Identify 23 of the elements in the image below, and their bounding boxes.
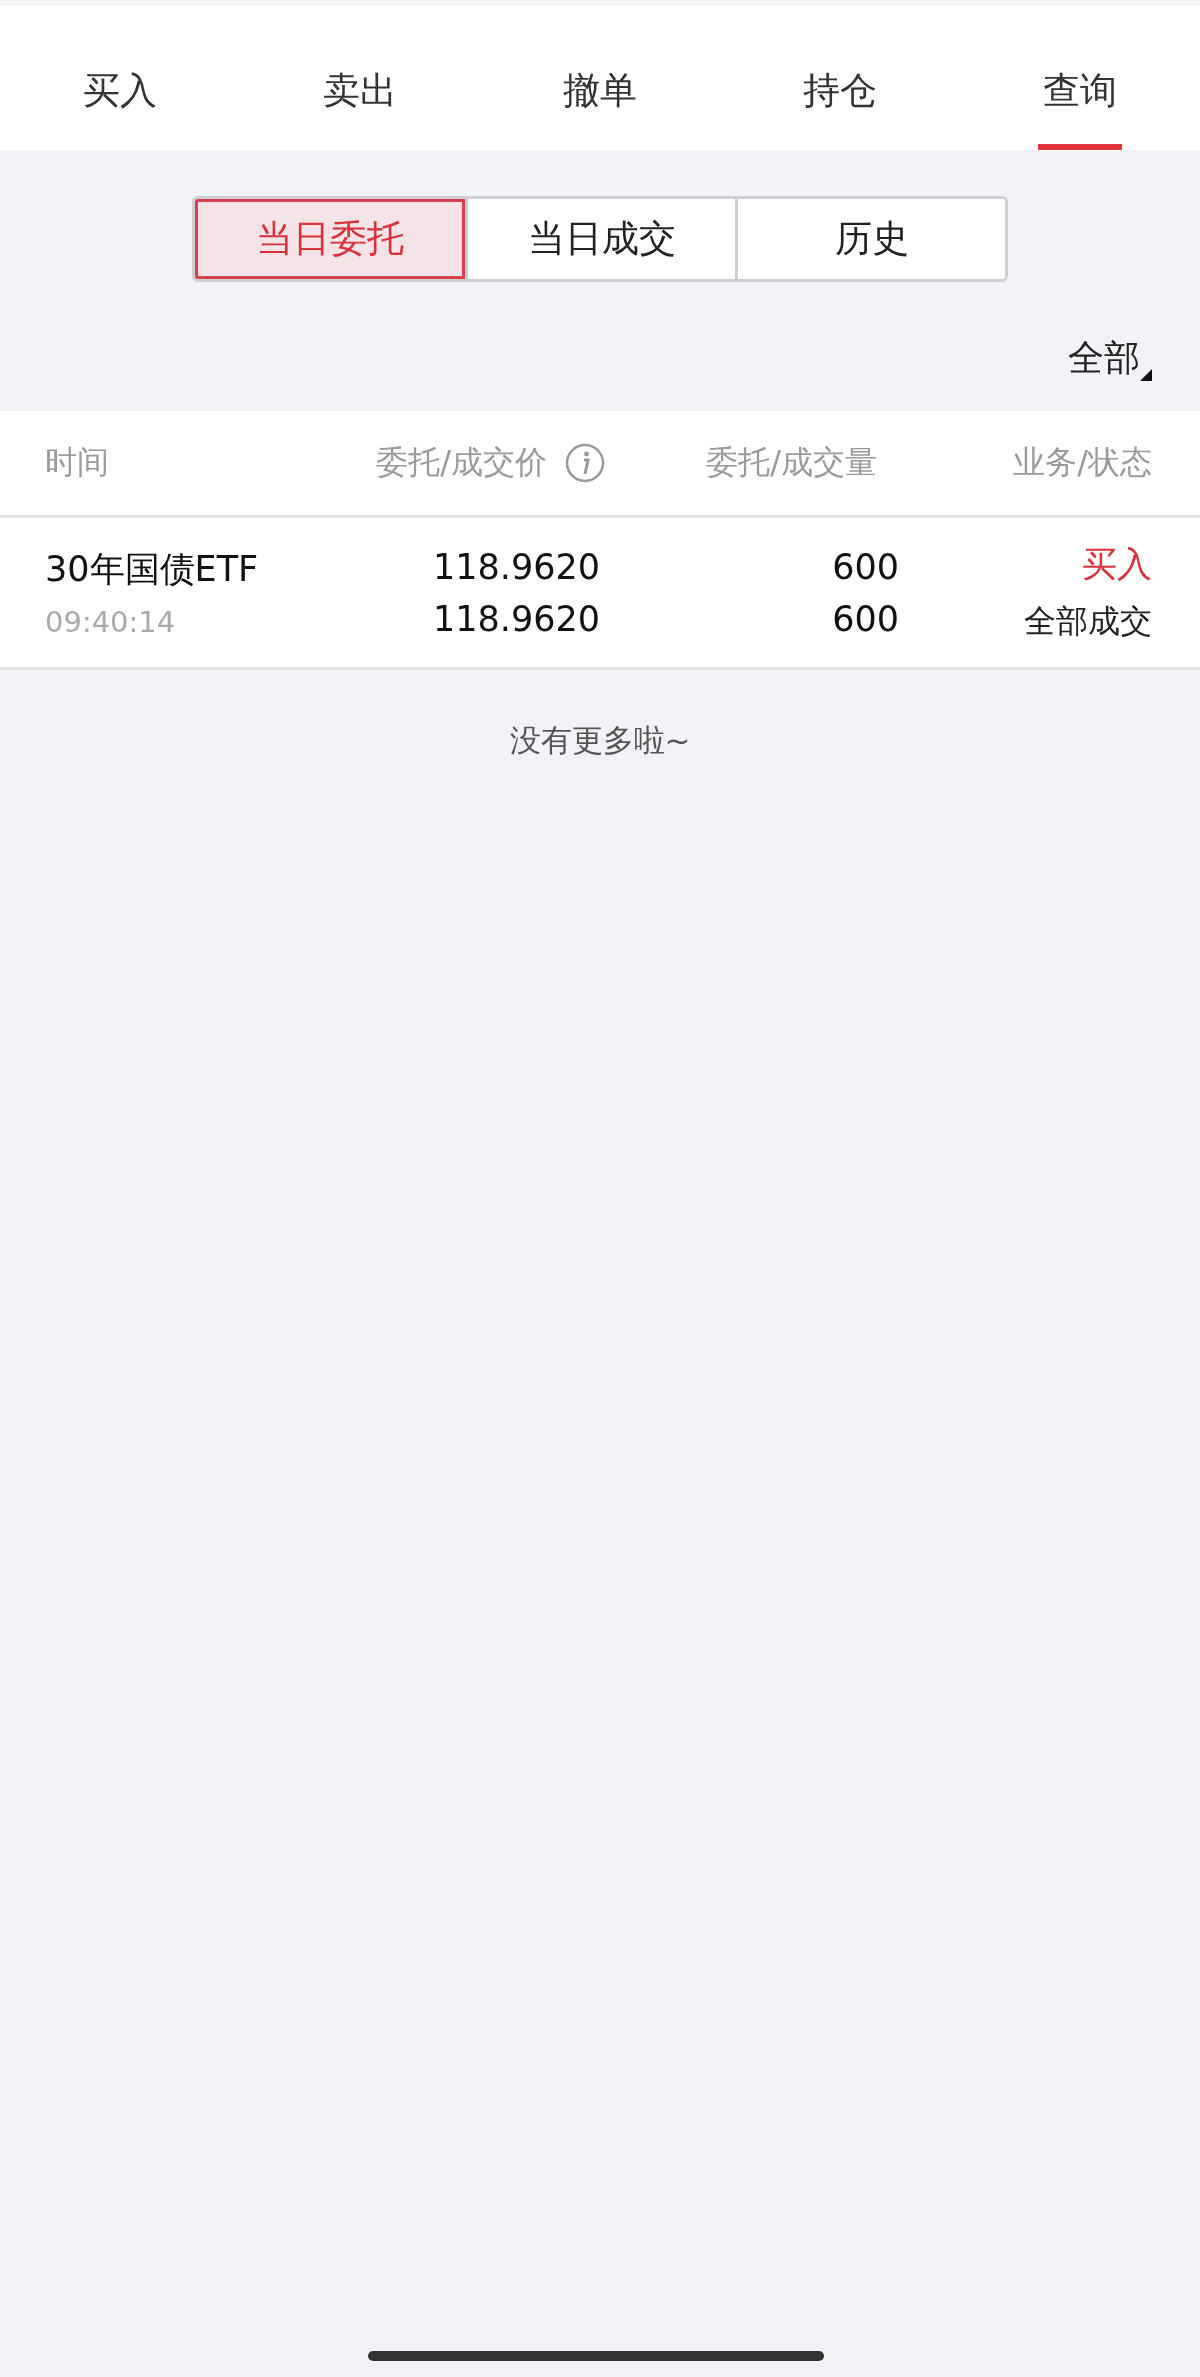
segment-tab[interactable]: 历史 <box>735 199 1005 279</box>
column-header: 业务/状态 <box>1013 442 1152 483</box>
column-header: 委托/成交价 <box>376 442 547 483</box>
order-quantity: 600 <box>832 546 899 587</box>
dropdown-corner-icon <box>1140 369 1152 381</box>
deal-quantity: 600 <box>832 598 899 639</box>
deal-price: 118.9620 <box>433 598 600 639</box>
tab[interactable]: 撤单 <box>504 6 696 150</box>
order-status: 全部成交 <box>1024 601 1152 642</box>
info-icon[interactable] <box>565 443 605 483</box>
column-header: 委托/成交量 <box>706 442 877 483</box>
no-more-text: 没有更多啦~ <box>509 721 691 760</box>
trade-side: 买入 <box>1082 543 1152 586</box>
order-price: 118.9620 <box>433 546 600 587</box>
security-name: 30年国债ETF <box>45 548 259 591</box>
tab[interactable]: 查询 <box>984 6 1176 150</box>
order-time: 09:40:14 <box>45 605 176 639</box>
segment-tab[interactable]: 当日委托 <box>195 199 465 279</box>
tab[interactable]: 持仓 <box>744 6 936 150</box>
column-header: 时间 <box>45 442 109 483</box>
tab[interactable]: 卖出 <box>264 6 456 150</box>
tab[interactable]: 买入 <box>24 6 216 150</box>
filter-dropdown[interactable]: 全部 <box>1068 337 1152 383</box>
